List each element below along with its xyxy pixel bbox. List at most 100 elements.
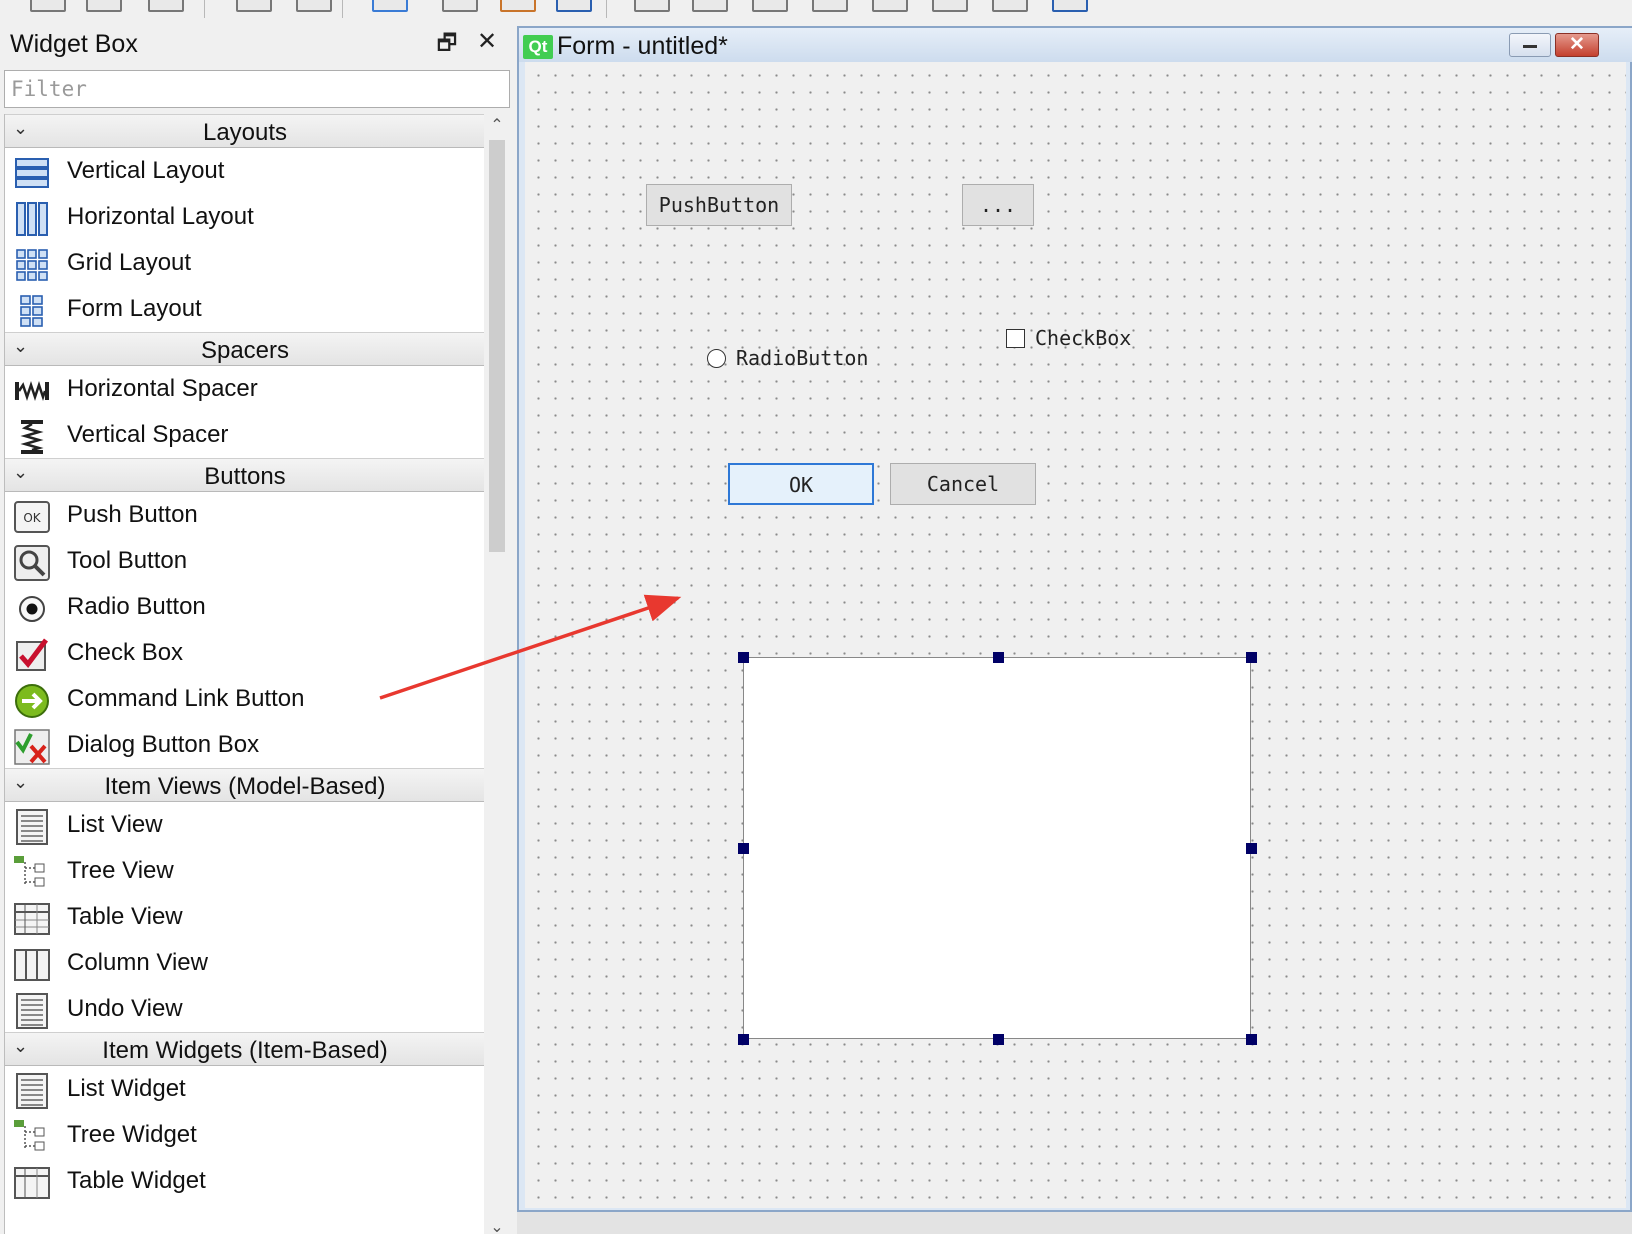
vertical-layout-icon [13, 154, 51, 192]
vertical-spacer-icon [13, 418, 51, 456]
category-label: Buttons [204, 463, 286, 490]
category-header[interactable]: Layouts ⌄ [5, 114, 484, 148]
widget-list-item[interactable]: Command Link Button [5, 676, 484, 722]
resize-handle[interactable] [993, 1034, 1004, 1045]
widget-item-label: Table Widget [67, 1167, 206, 1194]
category-label: Item Widgets (Item-Based) [102, 1037, 388, 1064]
chevron-down-icon[interactable]: ⌄ [13, 336, 28, 357]
widget-list-item[interactable]: Undo View [5, 986, 484, 1032]
tool-button-icon [13, 544, 51, 582]
close-window-button[interactable]: ✕ [1555, 33, 1599, 57]
dialog-button-box-icon [13, 728, 51, 766]
tool-button[interactable]: ... [962, 184, 1034, 226]
horizontal-spacer-icon [13, 372, 51, 410]
widget-list-item[interactable]: Tree View [5, 848, 484, 894]
radio-button[interactable]: RadioButton [707, 346, 868, 370]
widget-list-item[interactable]: Vertical Spacer [5, 412, 484, 458]
widget-list-item[interactable]: Table Widget [5, 1158, 484, 1204]
widget-list: Layouts ⌄ Vertical Layout Horizontal Layout… [4, 114, 484, 1234]
widget-list-item[interactable]: Dialog Button Box [5, 722, 484, 768]
widget-list-scrollbar[interactable]: ⌃ ⌄ [486, 114, 508, 1234]
chevron-down-icon[interactable]: ⌄ [13, 772, 28, 793]
close-icon[interactable]: ✕ [476, 30, 498, 54]
lay-out-form-icon[interactable] [932, 0, 968, 12]
list-view-icon [13, 808, 51, 846]
copy-icon[interactable] [296, 0, 332, 12]
push-button[interactable]: PushButton [646, 184, 792, 226]
horizontal-layout-icon [13, 200, 51, 238]
cancel-button[interactable]: Cancel [890, 463, 1036, 505]
category-header[interactable]: Item Views (Model-Based) ⌄ [5, 768, 484, 802]
edit-icon[interactable] [86, 0, 122, 12]
resize-handle[interactable] [738, 1034, 749, 1045]
form-layout-icon [13, 292, 51, 330]
column-view-icon [13, 946, 51, 984]
open-form-icon[interactable] [30, 0, 66, 12]
resize-handle[interactable] [738, 843, 749, 854]
edit-signals-icon[interactable] [442, 0, 478, 12]
check-box-icon [13, 636, 51, 674]
adjust-size-icon[interactable] [1052, 0, 1088, 12]
widget-list-item[interactable]: Grid Layout [5, 240, 484, 286]
widget-list-item[interactable]: Horizontal Layout [5, 194, 484, 240]
category-header[interactable]: Item Widgets (Item-Based) ⌄ [5, 1032, 484, 1066]
edit-buddies-icon[interactable] [500, 0, 536, 12]
widget-list-item[interactable]: Column View [5, 940, 484, 986]
form-titlebar[interactable]: Qt Form - untitled* ✕ [519, 28, 1632, 62]
table-view-icon [13, 900, 51, 938]
category-label: Layouts [202, 119, 288, 146]
widget-list-item[interactable]: Radio Button [5, 584, 484, 630]
category-label: Spacers [200, 337, 290, 364]
widget-list-item[interactable]: List Widget [5, 1066, 484, 1112]
chevron-down-icon[interactable]: ⌄ [13, 462, 28, 483]
edit-widgets-icon[interactable] [372, 0, 408, 12]
widget-list-item[interactable]: Check Box [5, 630, 484, 676]
designer-root: Widget Box 🗗 ✕ Layouts ⌄ Vertical Layout Ho… [0, 0, 1632, 1234]
category-header[interactable]: Spacers ⌄ [5, 332, 484, 366]
float-dock-icon[interactable]: 🗗 [436, 32, 458, 54]
scroll-down-icon[interactable]: ⌄ [486, 1216, 508, 1234]
chevron-down-icon[interactable]: ⌄ [13, 1036, 28, 1057]
widget-box-panel: Widget Box 🗗 ✕ Layouts ⌄ Vertical Layout Ho… [0, 22, 514, 1234]
widget-list-item[interactable]: Tool Button [5, 538, 484, 584]
widget-item-label: Table View [67, 903, 183, 930]
widget-list-item[interactable]: Horizontal Spacer [5, 366, 484, 412]
widget-item-label: Dialog Button Box [67, 731, 260, 758]
resize-handle[interactable] [738, 652, 749, 663]
filter-input[interactable] [4, 70, 510, 108]
category-label: Item Views (Model-Based) [104, 773, 386, 800]
category-header[interactable]: Buttons ⌄ [5, 458, 484, 492]
break-layout-icon[interactable] [992, 0, 1028, 12]
widget-list-item[interactable]: Vertical Layout [5, 148, 484, 194]
widget-list-item[interactable]: Form Layout [5, 286, 484, 332]
resize-handle[interactable] [993, 652, 1004, 663]
lay-out-vertically-icon[interactable] [692, 0, 728, 12]
form-bottom-edge [517, 1212, 1632, 1234]
ok-button[interactable]: OK [728, 463, 874, 505]
resize-handle[interactable] [1246, 652, 1257, 663]
save-form-icon[interactable] [148, 0, 184, 12]
cut-icon[interactable] [236, 0, 272, 12]
resize-handle[interactable] [1246, 1034, 1257, 1045]
lay-out-horizontally-icon[interactable] [634, 0, 670, 12]
resize-handle[interactable] [1246, 843, 1257, 854]
lay-out-splitter-v-icon[interactable] [812, 0, 848, 12]
check-box[interactable]: CheckBox [1006, 326, 1131, 350]
widget-item-label: Undo View [67, 995, 183, 1022]
widget-list-item[interactable]: OK Push Button [5, 492, 484, 538]
scroll-up-icon[interactable]: ⌃ [486, 114, 508, 138]
widget-list-item[interactable]: Tree Widget [5, 1112, 484, 1158]
widget-list-item[interactable]: Table View [5, 894, 484, 940]
scrollbar-thumb[interactable] [489, 140, 505, 552]
widget-item-label: Grid Layout [67, 249, 192, 276]
lay-out-splitter-h-icon[interactable] [752, 0, 788, 12]
selected-widget[interactable] [743, 657, 1251, 1039]
chevron-down-icon[interactable]: ⌄ [13, 118, 28, 139]
edit-tab-order-icon[interactable] [556, 0, 592, 12]
qt-logo-icon: Qt [523, 35, 553, 59]
lay-out-grid-icon[interactable] [872, 0, 908, 12]
check-box-label: CheckBox [1035, 326, 1132, 350]
minimize-button[interactable] [1509, 33, 1551, 57]
widget-list-item[interactable]: List View [5, 802, 484, 848]
widget-item-label: Radio Button [67, 593, 206, 620]
